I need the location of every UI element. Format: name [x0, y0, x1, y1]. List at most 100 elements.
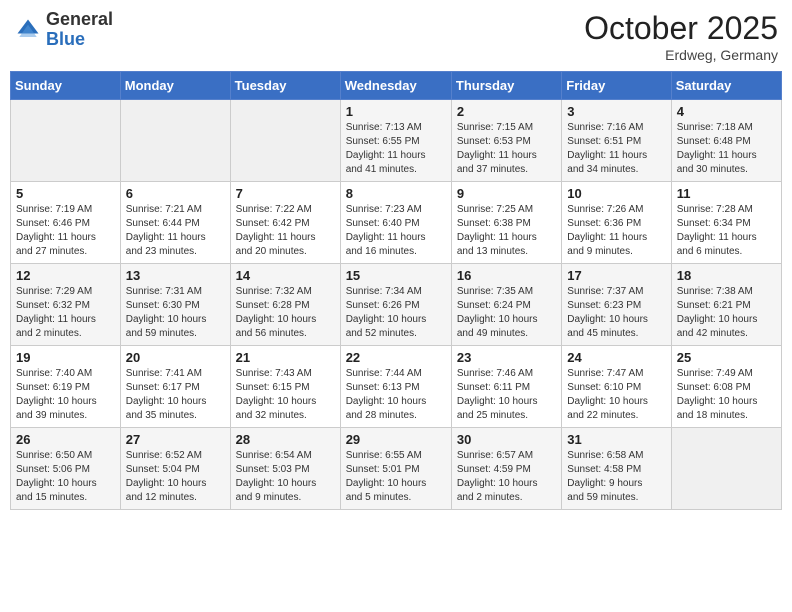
day-number: 28	[236, 432, 335, 447]
logo-general-text: General	[46, 9, 113, 29]
week-row-1: 1 Sunrise: 7:13 AM Sunset: 6:55 PM Daylig…	[11, 100, 782, 182]
day-number: 12	[16, 268, 115, 283]
calendar-cell: 30 Sunrise: 6:57 AM Sunset: 4:59 PM Dayli…	[451, 428, 561, 510]
calendar-cell: 8Sunrise: 7:23 AM Sunset: 6:40 PM Daylig…	[340, 182, 451, 264]
day-number: 24	[567, 350, 665, 365]
day-number: 26	[16, 432, 115, 447]
calendar-cell: 21 Sunrise: 7:43 AM Sunset: 6:15 PM Dayli…	[230, 346, 340, 428]
day-info: Sunrise: 7:37 AM Sunset: 6:23 PM Dayligh…	[567, 285, 665, 341]
calendar-cell: 10Sunrise: 7:26 AM Sunset: 6:36 PM Dayli…	[562, 182, 671, 264]
day-number: 1	[346, 104, 446, 119]
day-number: 23	[457, 350, 556, 365]
title-block: October 2025 Erdweg, Germany	[584, 10, 778, 63]
calendar-cell	[120, 100, 230, 182]
day-info: Sunrise: 7:41 AM Sunset: 6:17 PM Dayligh…	[126, 367, 225, 423]
day-info: Sunrise: 7:25 AM Sunset: 6:38 PM Dayligh…	[457, 203, 556, 259]
logo-blue-text: Blue	[46, 29, 85, 49]
calendar-table: SundayMondayTuesdayWednesdayThursdayFrid…	[10, 71, 782, 510]
calendar-cell: 24Sunrise: 7:47 AM Sunset: 6:10 PM Dayli…	[562, 346, 671, 428]
page-header: General Blue October 2025 Erdweg, German…	[10, 10, 782, 63]
calendar-header-row: SundayMondayTuesdayWednesdayThursdayFrid…	[11, 72, 782, 100]
day-number: 13	[126, 268, 225, 283]
day-number: 25	[677, 350, 776, 365]
calendar-cell: 13 Sunrise: 7:31 AM Sunset: 6:30 PM Dayli…	[120, 264, 230, 346]
calendar-cell: 20Sunrise: 7:41 AM Sunset: 6:17 PM Dayli…	[120, 346, 230, 428]
column-header-thursday: Thursday	[451, 72, 561, 100]
day-number: 22	[346, 350, 446, 365]
logo-icon	[14, 16, 42, 44]
day-info: Sunrise: 6:54 AM Sunset: 5:03 PM Dayligh…	[236, 449, 335, 505]
calendar-cell: 9Sunrise: 7:25 AM Sunset: 6:38 PM Daylig…	[451, 182, 561, 264]
day-number: 27	[126, 432, 225, 447]
day-number: 30	[457, 432, 556, 447]
day-number: 5	[16, 186, 115, 201]
day-info: Sunrise: 7:40 AM Sunset: 6:19 PM Dayligh…	[16, 367, 115, 423]
day-info: Sunrise: 7:19 AM Sunset: 6:46 PM Dayligh…	[16, 203, 115, 259]
day-number: 21	[236, 350, 335, 365]
day-info: Sunrise: 7:26 AM Sunset: 6:36 PM Dayligh…	[567, 203, 665, 259]
logo: General Blue	[14, 10, 113, 50]
calendar-cell: 6 Sunrise: 7:21 AM Sunset: 6:44 PM Daylig…	[120, 182, 230, 264]
day-number: 29	[346, 432, 446, 447]
day-info: Sunrise: 7:46 AM Sunset: 6:11 PM Dayligh…	[457, 367, 556, 423]
calendar-cell: 22Sunrise: 7:44 AM Sunset: 6:13 PM Dayli…	[340, 346, 451, 428]
day-number: 11	[677, 186, 776, 201]
calendar-cell	[230, 100, 340, 182]
day-number: 2	[457, 104, 556, 119]
day-number: 7	[236, 186, 335, 201]
day-info: Sunrise: 6:55 AM Sunset: 5:01 PM Dayligh…	[346, 449, 446, 505]
week-row-2: 5 Sunrise: 7:19 AM Sunset: 6:46 PM Daylig…	[11, 182, 782, 264]
day-info: Sunrise: 7:13 AM Sunset: 6:55 PM Dayligh…	[346, 121, 446, 177]
week-row-5: 26 Sunrise: 6:50 AM Sunset: 5:06 PM Dayli…	[11, 428, 782, 510]
week-row-3: 12 Sunrise: 7:29 AM Sunset: 6:32 PM Dayli…	[11, 264, 782, 346]
calendar-cell: 16 Sunrise: 7:35 AM Sunset: 6:24 PM Dayli…	[451, 264, 561, 346]
day-number: 19	[16, 350, 115, 365]
column-header-sunday: Sunday	[11, 72, 121, 100]
calendar-cell: 25 Sunrise: 7:49 AM Sunset: 6:08 PM Dayli…	[671, 346, 781, 428]
day-info: Sunrise: 7:29 AM Sunset: 6:32 PM Dayligh…	[16, 285, 115, 341]
day-number: 17	[567, 268, 665, 283]
day-info: Sunrise: 7:18 AM Sunset: 6:48 PM Dayligh…	[677, 121, 776, 177]
day-info: Sunrise: 7:21 AM Sunset: 6:44 PM Dayligh…	[126, 203, 225, 259]
calendar-cell	[11, 100, 121, 182]
logo-text: General Blue	[46, 10, 113, 50]
day-info: Sunrise: 6:57 AM Sunset: 4:59 PM Dayligh…	[457, 449, 556, 505]
calendar-cell: 18 Sunrise: 7:38 AM Sunset: 6:21 PM Dayli…	[671, 264, 781, 346]
week-row-4: 19 Sunrise: 7:40 AM Sunset: 6:19 PM Dayli…	[11, 346, 782, 428]
calendar-cell: 1 Sunrise: 7:13 AM Sunset: 6:55 PM Daylig…	[340, 100, 451, 182]
calendar-cell: 4 Sunrise: 7:18 AM Sunset: 6:48 PM Daylig…	[671, 100, 781, 182]
calendar-cell: 29 Sunrise: 6:55 AM Sunset: 5:01 PM Dayli…	[340, 428, 451, 510]
day-info: Sunrise: 6:50 AM Sunset: 5:06 PM Dayligh…	[16, 449, 115, 505]
column-header-wednesday: Wednesday	[340, 72, 451, 100]
day-info: Sunrise: 7:38 AM Sunset: 6:21 PM Dayligh…	[677, 285, 776, 341]
day-info: Sunrise: 7:15 AM Sunset: 6:53 PM Dayligh…	[457, 121, 556, 177]
day-info: Sunrise: 7:16 AM Sunset: 6:51 PM Dayligh…	[567, 121, 665, 177]
day-info: Sunrise: 7:43 AM Sunset: 6:15 PM Dayligh…	[236, 367, 335, 423]
column-header-friday: Friday	[562, 72, 671, 100]
calendar-cell: 14Sunrise: 7:32 AM Sunset: 6:28 PM Dayli…	[230, 264, 340, 346]
column-header-tuesday: Tuesday	[230, 72, 340, 100]
calendar-cell: 7 Sunrise: 7:22 AM Sunset: 6:42 PM Daylig…	[230, 182, 340, 264]
day-number: 6	[126, 186, 225, 201]
calendar-cell: 28 Sunrise: 6:54 AM Sunset: 5:03 PM Dayli…	[230, 428, 340, 510]
day-info: Sunrise: 7:49 AM Sunset: 6:08 PM Dayligh…	[677, 367, 776, 423]
day-info: Sunrise: 7:34 AM Sunset: 6:26 PM Dayligh…	[346, 285, 446, 341]
day-number: 4	[677, 104, 776, 119]
day-number: 15	[346, 268, 446, 283]
day-info: Sunrise: 7:35 AM Sunset: 6:24 PM Dayligh…	[457, 285, 556, 341]
day-info: Sunrise: 7:31 AM Sunset: 6:30 PM Dayligh…	[126, 285, 225, 341]
day-number: 16	[457, 268, 556, 283]
calendar-cell: 12 Sunrise: 7:29 AM Sunset: 6:32 PM Dayli…	[11, 264, 121, 346]
column-header-monday: Monday	[120, 72, 230, 100]
calendar-cell: 15 Sunrise: 7:34 AM Sunset: 6:26 PM Dayli…	[340, 264, 451, 346]
day-number: 31	[567, 432, 665, 447]
day-info: Sunrise: 7:22 AM Sunset: 6:42 PM Dayligh…	[236, 203, 335, 259]
day-info: Sunrise: 7:23 AM Sunset: 6:40 PM Dayligh…	[346, 203, 446, 259]
calendar-cell: 23 Sunrise: 7:46 AM Sunset: 6:11 PM Dayli…	[451, 346, 561, 428]
day-info: Sunrise: 7:28 AM Sunset: 6:34 PM Dayligh…	[677, 203, 776, 259]
calendar-cell: 5 Sunrise: 7:19 AM Sunset: 6:46 PM Daylig…	[11, 182, 121, 264]
calendar-cell: 31Sunrise: 6:58 AM Sunset: 4:58 PM Dayli…	[562, 428, 671, 510]
day-number: 18	[677, 268, 776, 283]
calendar-cell: 3Sunrise: 7:16 AM Sunset: 6:51 PM Daylig…	[562, 100, 671, 182]
day-info: Sunrise: 6:52 AM Sunset: 5:04 PM Dayligh…	[126, 449, 225, 505]
